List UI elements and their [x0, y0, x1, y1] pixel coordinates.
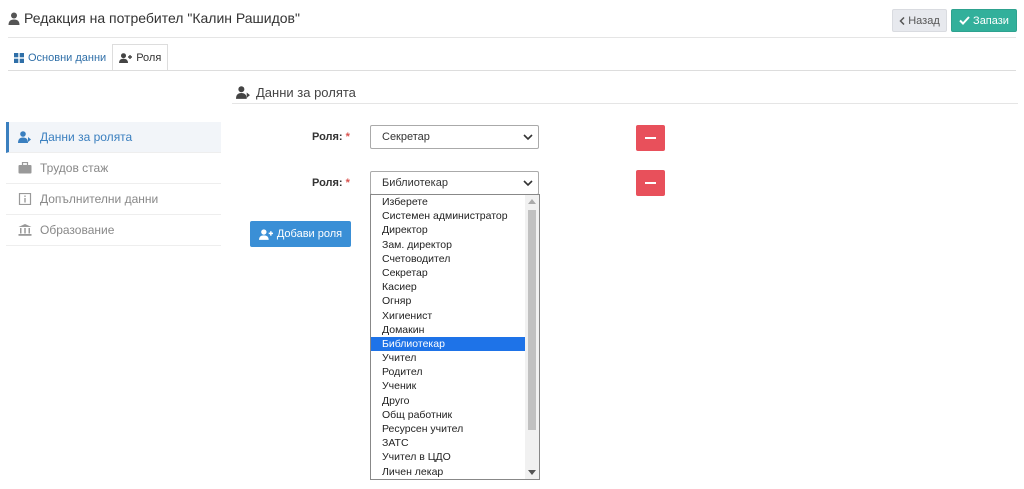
scroll-thumb[interactable] — [528, 210, 536, 430]
role-select-value: Секретар — [382, 131, 430, 143]
role-label: Роля: * — [312, 131, 350, 143]
back-button-label: Назад — [908, 14, 940, 27]
dropdown-option[interactable]: Личен лекар — [371, 465, 526, 479]
sidebar-item-education[interactable]: Образование — [6, 215, 221, 246]
remove-role-button[interactable] — [636, 170, 665, 196]
dropdown-option[interactable]: Изберете — [371, 195, 526, 209]
check-icon — [959, 16, 970, 25]
chevron-down-icon — [523, 134, 533, 141]
dropdown-scrollbar[interactable] — [525, 195, 539, 479]
scroll-up-icon[interactable] — [528, 199, 536, 204]
add-role-button[interactable]: Добави роля — [250, 221, 351, 247]
role-select-value: Библиотекар — [382, 177, 448, 189]
sidebar-item-role-data[interactable]: Данни за ролята — [6, 122, 221, 153]
required-mark: * — [345, 131, 350, 143]
minus-icon — [645, 182, 656, 184]
tab-basic-data[interactable]: Основни данни — [8, 44, 112, 71]
dropdown-option[interactable]: Ресурсен учител — [371, 422, 526, 436]
dropdown-option[interactable]: Огняр — [371, 294, 526, 308]
dropdown-option[interactable]: Друго — [371, 394, 526, 408]
header-divider — [8, 37, 1016, 38]
sidebar: Данни за ролята Трудов стаж Допълнителни… — [6, 122, 221, 246]
dropdown-option[interactable]: Счетоводител — [371, 252, 526, 266]
tab-role-label: Роля — [136, 51, 162, 64]
dropdown-options: Изберете Системен администратор Директор За… — [371, 195, 526, 479]
user-role-icon — [18, 131, 31, 143]
dropdown-option[interactable]: Хигиенист — [371, 309, 526, 323]
tabs-divider — [8, 70, 1016, 71]
tab-basic-data-label: Основни данни — [28, 51, 107, 64]
add-role-button-label: Добави роля — [276, 228, 343, 240]
chevron-left-icon — [899, 16, 905, 25]
page-header: Редакция на потребител "Калин Рашидов" Н… — [0, 0, 1024, 38]
section-title: Данни за ролята — [236, 85, 356, 100]
sidebar-item-additional-data[interactable]: Допълнителни данни — [6, 184, 221, 215]
grid-icon — [14, 52, 24, 63]
sidebar-item-work-experience[interactable]: Трудов стаж — [6, 153, 221, 184]
back-button[interactable]: Назад — [892, 9, 947, 32]
minus-icon — [645, 137, 656, 139]
role-label-text: Роля: — [312, 177, 343, 189]
dropdown-option[interactable]: Ученик — [371, 379, 526, 393]
sidebar-item-label: Трудов стаж — [40, 161, 109, 175]
dropdown-option[interactable]: Общ работник — [371, 408, 526, 422]
institution-icon — [18, 224, 32, 236]
briefcase-icon — [18, 162, 32, 174]
dropdown-option[interactable]: Учител в ЦДО — [371, 450, 526, 464]
page-title-text: Редакция на потребител "Калин Рашидов" — [24, 10, 300, 26]
dropdown-option[interactable]: Библиотекар — [371, 336, 526, 352]
dropdown-option[interactable]: Родител — [371, 365, 526, 379]
dropdown-option[interactable]: ЗАТС — [371, 436, 526, 450]
role-dropdown-list[interactable]: Изберете Системен администратор Директор За… — [370, 194, 540, 480]
role-label: Роля: * — [312, 177, 350, 189]
remove-role-button[interactable] — [636, 125, 665, 151]
dropdown-option[interactable]: Секретар — [371, 266, 526, 280]
save-button[interactable]: Запази — [951, 9, 1017, 32]
page-title: Редакция на потребител "Калин Рашидов" — [8, 10, 300, 26]
sidebar-item-label: Допълнителни данни — [40, 192, 159, 206]
section-divider — [232, 103, 1018, 104]
dropdown-option[interactable]: Зам. директор — [371, 238, 526, 252]
dropdown-option[interactable]: Касиер — [371, 280, 526, 294]
chevron-down-icon — [523, 180, 533, 187]
dropdown-option[interactable]: Учител — [371, 351, 526, 365]
dropdown-option[interactable]: Директор — [371, 223, 526, 237]
info-icon — [18, 193, 32, 205]
section-title-text: Данни за ролята — [256, 85, 356, 100]
dropdown-option[interactable]: Системен администратор — [371, 209, 526, 223]
sidebar-item-label: Образование — [40, 223, 115, 237]
user-icon — [8, 12, 20, 25]
role-label-text: Роля: — [312, 131, 343, 143]
scroll-down-icon[interactable] — [528, 470, 536, 475]
save-button-label: Запази — [973, 14, 1009, 27]
user-role-icon — [236, 86, 250, 99]
required-mark: * — [345, 177, 350, 189]
user-plus-icon — [119, 52, 133, 63]
tab-role[interactable]: Роля — [112, 44, 169, 71]
role-select[interactable]: Библиотекар — [370, 171, 539, 195]
sidebar-item-label: Данни за ролята — [40, 130, 133, 144]
user-plus-icon — [258, 228, 273, 240]
role-select[interactable]: Секретар — [370, 125, 539, 149]
dropdown-option[interactable]: Домакин — [371, 323, 526, 337]
tab-bar: Основни данни Роля — [8, 44, 169, 71]
